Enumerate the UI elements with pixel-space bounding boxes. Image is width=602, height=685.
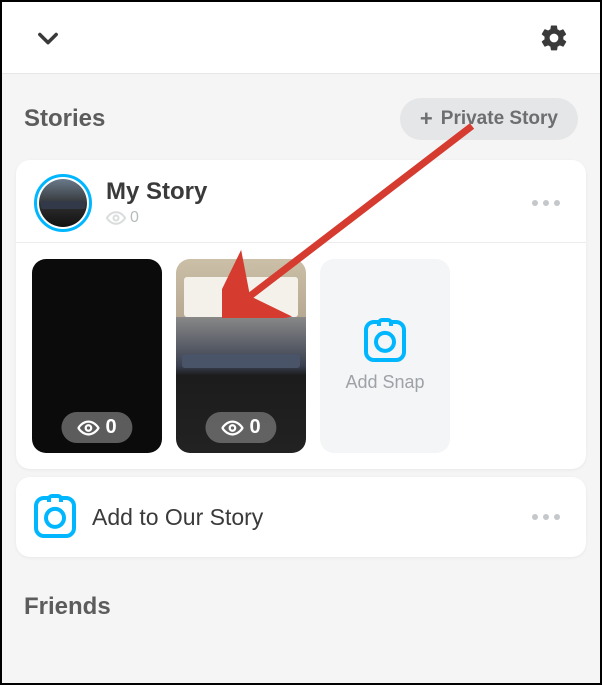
top-bar — [2, 2, 600, 74]
camera-icon — [364, 320, 406, 362]
private-story-button[interactable]: + Private Story — [400, 98, 578, 140]
add-to-our-story-button[interactable]: Add to Our Story — [16, 477, 586, 557]
snap-view-count: 0 — [249, 416, 260, 439]
ellipsis-icon — [532, 200, 560, 206]
friends-section-header: Friends — [2, 565, 600, 621]
snap-row: 0 0 Add Snap — [16, 243, 586, 469]
add-snap-button[interactable]: Add Snap — [320, 259, 450, 453]
my-story-avatar-ring — [34, 174, 92, 232]
snap-view-badge: 0 — [61, 412, 132, 443]
our-story-label: Add to Our Story — [92, 504, 508, 531]
settings-button[interactable] — [536, 20, 572, 56]
plus-icon: + — [420, 106, 433, 132]
gear-icon — [539, 23, 569, 53]
snap-thumbnail[interactable]: 0 — [32, 259, 162, 453]
eye-icon — [77, 417, 99, 439]
snap-view-count: 0 — [105, 416, 116, 439]
stories-title: Stories — [24, 105, 105, 133]
add-snap-label: Add Snap — [345, 372, 424, 393]
friends-title: Friends — [24, 593, 578, 621]
my-story-title: My Story — [106, 178, 524, 206]
my-story-card: My Story 0 0 0 Add Snap — [16, 160, 586, 469]
my-story-more-button[interactable] — [524, 181, 568, 225]
snap-thumbnail[interactable]: 0 — [176, 259, 306, 453]
my-story-views: 0 — [106, 208, 524, 228]
eye-icon — [221, 417, 243, 439]
my-story-view-count: 0 — [130, 209, 139, 227]
private-story-label: Private Story — [441, 108, 558, 130]
my-story-title-box: My Story 0 — [106, 178, 524, 228]
our-story-more-button[interactable] — [524, 495, 568, 539]
snap-view-badge: 0 — [205, 412, 276, 443]
ellipsis-icon — [532, 514, 560, 520]
camera-icon — [34, 496, 76, 538]
my-story-avatar — [39, 179, 87, 227]
chevron-down-icon — [34, 24, 62, 52]
my-story-header[interactable]: My Story 0 — [16, 160, 586, 242]
our-story-card: Add to Our Story — [16, 477, 586, 557]
eye-icon — [106, 208, 126, 228]
collapse-button[interactable] — [30, 20, 66, 56]
stories-section-header: Stories + Private Story — [2, 74, 600, 152]
